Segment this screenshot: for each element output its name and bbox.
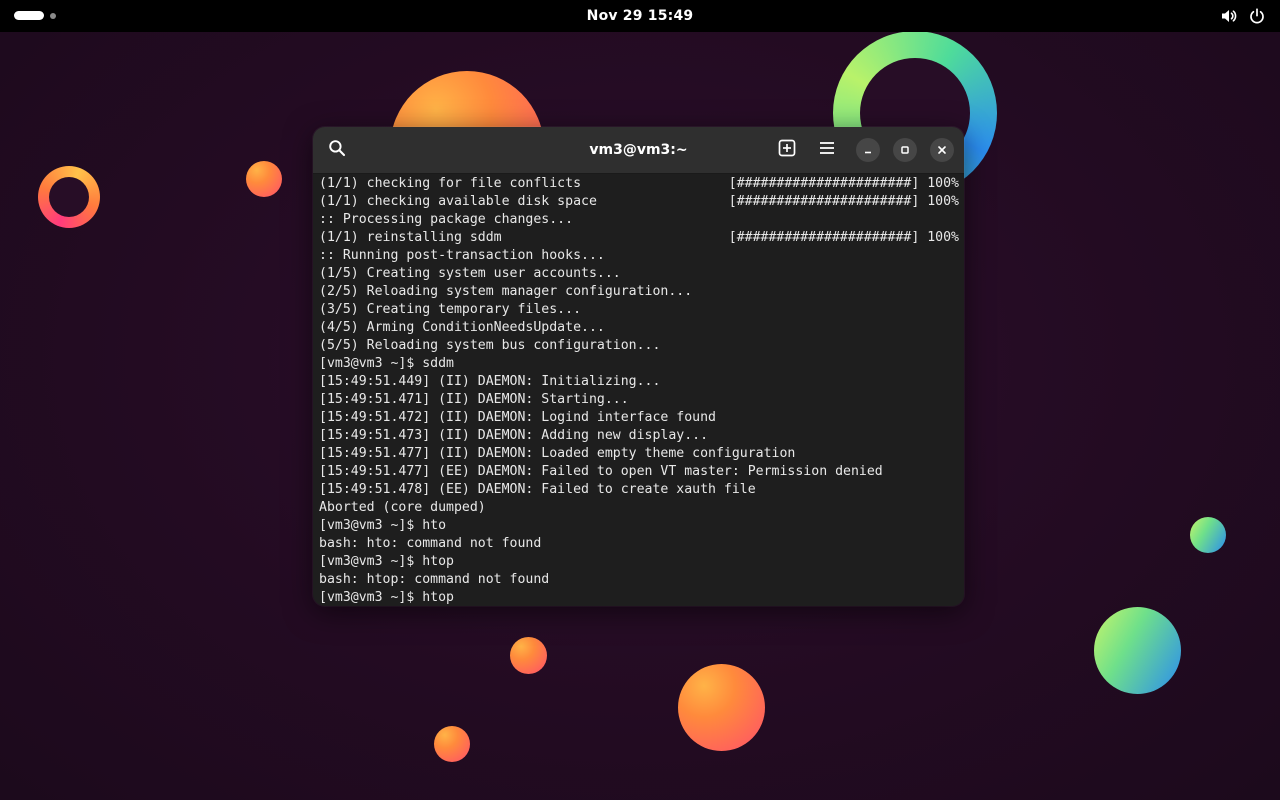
- wallpaper-orb: [246, 161, 282, 197]
- line-text: (1/5) Creating system user accounts...: [319, 266, 621, 281]
- terminal-line: (1/1) checking for file conflicts [######…: [313, 175, 964, 193]
- line-text: :: Processing package changes...: [319, 212, 574, 227]
- maximize-icon: [899, 141, 911, 160]
- wallpaper-orb: [1190, 517, 1226, 553]
- line-text: (4/5) Arming ConditionNeedsUpdate...: [319, 320, 605, 335]
- minimize-icon: [862, 141, 874, 160]
- terminal-line: [15:49:51.472] (II) DAEMON: Logind inter…: [313, 409, 964, 427]
- terminal-line: (5/5) Reloading system bus configuration…: [313, 337, 964, 355]
- line-text: [vm3@vm3 ~]$ htop: [319, 590, 454, 605]
- line-text: [15:49:51.477] (II) DAEMON: Loaded empty…: [319, 446, 796, 461]
- line-text: bash: htop: command not found: [319, 572, 550, 587]
- terminal-line: [vm3@vm3 ~]$ sddm: [313, 355, 964, 373]
- terminal-line: bash: hto: command not found: [313, 535, 964, 553]
- line-text: [vm3@vm3 ~]$ htop: [319, 554, 454, 569]
- maximize-button[interactable]: [893, 138, 917, 162]
- minimize-button[interactable]: [856, 138, 880, 162]
- close-button[interactable]: [930, 138, 954, 162]
- close-icon: [936, 141, 948, 160]
- terminal-line: (3/5) Creating temporary files...: [313, 301, 964, 319]
- wallpaper-orb: [434, 726, 470, 762]
- terminal-line: (2/5) Reloading system manager configura…: [313, 283, 964, 301]
- line-text: [vm3@vm3 ~]$ sddm: [319, 356, 454, 371]
- line-text: Aborted (core dumped): [319, 500, 486, 515]
- line-text: [15:49:51.471] (II) DAEMON: Starting...: [319, 392, 629, 407]
- main-menu-button[interactable]: [813, 136, 841, 164]
- line-text: [15:49:51.449] (II) DAEMON: Initializing…: [319, 374, 661, 389]
- line-text: (5/5) Reloading system bus configuration…: [319, 338, 661, 353]
- top-bar: Nov 29 15:49: [0, 0, 1280, 32]
- line-text: (1/1) reinstalling sddm: [319, 230, 502, 245]
- wallpaper-ring: [38, 166, 100, 228]
- terminal-line: [vm3@vm3 ~]$ hto: [313, 517, 964, 535]
- line-text: (3/5) Creating temporary files...: [319, 302, 582, 317]
- line-text: [15:49:51.473] (II) DAEMON: Adding new d…: [319, 428, 709, 443]
- line-text: bash: hto: command not found: [319, 536, 542, 551]
- line-progress: [######################] 100%: [728, 230, 959, 245]
- clock[interactable]: Nov 29 15:49: [0, 0, 1280, 32]
- line-text: [vm3@vm3 ~]$ hto: [319, 518, 447, 533]
- line-text: (2/5) Reloading system manager configura…: [319, 284, 693, 299]
- line-text: [15:49:51.478] (EE) DAEMON: Failed to cr…: [319, 482, 756, 497]
- terminal-line: [15:49:51.477] (EE) DAEMON: Failed to op…: [313, 463, 964, 481]
- terminal-window[interactable]: vm3@vm3:~ (1/1) checking for file confli…: [313, 127, 964, 606]
- terminal-line: Aborted (core dumped): [313, 499, 964, 517]
- power-icon[interactable]: [1248, 7, 1266, 25]
- wallpaper-orb: [678, 664, 765, 751]
- volume-icon[interactable]: [1220, 7, 1238, 25]
- terminal-line: [15:49:51.471] (II) DAEMON: Starting...: [313, 391, 964, 409]
- new-tab-button[interactable]: [773, 136, 801, 164]
- wallpaper-orb: [510, 637, 547, 674]
- wallpaper-orb: [1094, 607, 1181, 694]
- line-text: (1/1) checking for file conflicts: [319, 176, 582, 191]
- terminal-output[interactable]: (1/1) checking for file conflicts [######…: [313, 174, 964, 606]
- line-progress: [######################] 100%: [728, 176, 959, 191]
- terminal-line: [15:49:51.449] (II) DAEMON: Initializing…: [313, 373, 964, 391]
- terminal-line: (1/5) Creating system user accounts...: [313, 265, 964, 283]
- line-text: [15:49:51.477] (EE) DAEMON: Failed to op…: [319, 464, 883, 479]
- line-text: (1/1) checking available disk space: [319, 194, 597, 209]
- terminal-line: (1/1) checking available disk space [####…: [313, 193, 964, 211]
- line-progress: [######################] 100%: [728, 194, 959, 209]
- terminal-line: [15:49:51.478] (EE) DAEMON: Failed to cr…: [313, 481, 964, 499]
- terminal-lines: (1/1) checking for file conflicts [######…: [313, 174, 964, 606]
- terminal-line: :: Running post-transaction hooks...: [313, 247, 964, 265]
- new-tab-icon: [778, 139, 796, 161]
- line-text: :: Running post-transaction hooks...: [319, 248, 605, 263]
- system-tray[interactable]: [1220, 0, 1266, 32]
- terminal-line: [15:49:51.477] (II) DAEMON: Loaded empty…: [313, 445, 964, 463]
- terminal-line: (4/5) Arming ConditionNeedsUpdate...: [313, 319, 964, 337]
- terminal-line: :: Processing package changes...: [313, 211, 964, 229]
- terminal-line: (1/1) reinstalling sddm [################…: [313, 229, 964, 247]
- terminal-headerbar[interactable]: vm3@vm3:~: [313, 127, 964, 174]
- terminal-prompt-line[interactable]: [vm3@vm3 ~]$ htop: [313, 589, 964, 606]
- terminal-line: [15:49:51.473] (II) DAEMON: Adding new d…: [313, 427, 964, 445]
- terminal-line: bash: htop: command not found: [313, 571, 964, 589]
- line-text: [15:49:51.472] (II) DAEMON: Logind inter…: [319, 410, 716, 425]
- terminal-line: [vm3@vm3 ~]$ htop: [313, 553, 964, 571]
- hamburger-menu-icon: [818, 139, 836, 161]
